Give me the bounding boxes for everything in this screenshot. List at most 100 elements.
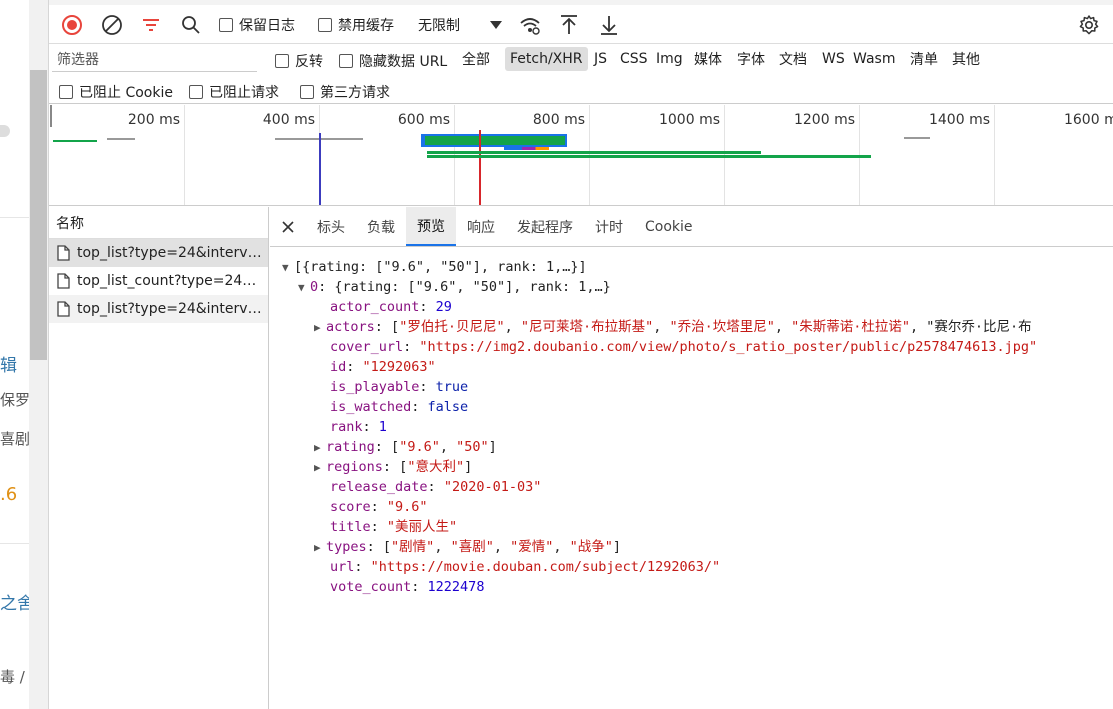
json-key: is_playable <box>330 379 420 395</box>
json-value: "9.6" <box>386 499 428 515</box>
hide-data-urls-checkbox[interactable]: 隐藏数据 URL <box>339 51 447 71</box>
type-filter-10[interactable]: 清单 <box>905 47 943 71</box>
checkbox-box[interactable] <box>59 85 73 99</box>
json-field-rank: rank: 1 <box>330 419 387 435</box>
underlying-page: 辑 保罗 喜剧 .6 之舍 毒 / 剧 <box>0 0 29 709</box>
waterfall-bar <box>427 151 761 154</box>
details-tab-5[interactable]: 计时 <box>584 207 634 246</box>
page-scrollbar[interactable] <box>29 0 49 709</box>
details-tab-6[interactable]: Cookie <box>634 207 704 246</box>
page-fragment: 毒 / 剧 <box>0 668 29 686</box>
timeline-tick-label: 600 ms <box>397 112 450 128</box>
expand-triangle-icon[interactable]: ▶ <box>314 538 326 558</box>
document-icon <box>57 273 70 289</box>
type-filter-3[interactable]: CSS <box>615 47 653 71</box>
checkbox-box[interactable] <box>318 17 332 32</box>
expand-triangle-icon[interactable]: ▶ <box>314 318 326 338</box>
expand-triangle-icon[interactable]: ▶ <box>314 458 326 478</box>
json-root-row[interactable]: ▼ [{rating: ["9.6", "50"], rank: 1,…}] <box>282 257 587 278</box>
export-har-button[interactable] <box>593 5 625 44</box>
settings-gear-icon <box>1079 14 1099 34</box>
filter-toggle-button[interactable] <box>135 5 167 44</box>
page-fragment: 辑 <box>0 356 17 376</box>
expand-triangle-icon[interactable]: ▶ <box>314 438 326 458</box>
search-button[interactable] <box>175 5 207 44</box>
settings-button[interactable] <box>1073 5 1105 44</box>
json-item-row[interactable]: ▼ 0: {rating: ["9.6", "50"], rank: 1,…} <box>298 277 611 298</box>
blocked-cookies-checkbox[interactable]: 已阻止 Cookie <box>59 82 173 102</box>
checkbox-box[interactable] <box>275 54 289 68</box>
disable-cache-checkbox[interactable]: 禁用缓存 <box>318 5 394 44</box>
waterfall-bar <box>107 138 135 140</box>
checkbox-box[interactable] <box>300 85 314 99</box>
json-field-regions[interactable]: ▶ regions: ["意大利"] <box>314 457 472 478</box>
details-tab-1[interactable]: 负载 <box>356 207 406 246</box>
type-filter-0[interactable]: 全部 <box>457 47 495 71</box>
type-filter-11[interactable]: 其他 <box>947 47 985 71</box>
json-value: 29 <box>435 299 452 315</box>
request-row[interactable]: top_list_count?type=24&interval_id=100:9… <box>49 267 268 295</box>
scrollbar-thumb[interactable] <box>30 70 47 360</box>
page-divider <box>0 543 29 544</box>
json-field-is-playable: is_playable: true <box>330 379 469 395</box>
request-row[interactable]: top_list?type=24&interval_id=100:90&acti… <box>49 295 268 323</box>
details-tab-0[interactable]: 标头 <box>306 207 356 246</box>
type-filter-7[interactable]: 文档 <box>774 47 812 71</box>
json-field-score: score: "9.6" <box>330 499 428 515</box>
expand-triangle-icon[interactable]: ▼ <box>298 278 310 298</box>
expand-triangle-icon[interactable]: ▼ <box>282 258 294 278</box>
json-field-actors[interactable]: ▶ actors: ["罗伯托·贝尼尼", "尼可莱塔·布拉斯基", "乔治·坎塔… <box>314 317 1032 338</box>
timeline-handle-left[interactable] <box>50 105 52 127</box>
blocked-requests-checkbox[interactable]: 已阻止请求 <box>189 82 279 102</box>
json-value: ["剧情", "喜剧", "爱情", "战争"] <box>382 539 622 555</box>
blocked-cookies-label: 已阻止 Cookie <box>79 85 173 101</box>
json-key: types <box>326 539 367 555</box>
type-filter-1[interactable]: Fetch/XHR <box>505 47 588 71</box>
type-filter-9[interactable]: Wasm <box>848 47 900 71</box>
type-filter-2[interactable]: JS <box>589 47 612 71</box>
request-name: top_list_count?type=24&interval_id=100:9… <box>77 273 262 289</box>
throttling-select[interactable]: 无限制 <box>412 5 508 44</box>
json-field-actor-count: actor_count: 29 <box>330 299 452 315</box>
json-item-key: 0 <box>310 279 319 295</box>
json-field-types[interactable]: ▶ types: ["剧情", "喜剧", "爱情", "战争"] <box>314 537 621 558</box>
details-tab-3[interactable]: 响应 <box>456 207 506 246</box>
record-icon <box>62 14 82 35</box>
network-conditions-button[interactable] <box>514 5 546 44</box>
timeline-overview[interactable]: 200 ms 400 ms 600 ms 800 ms 1000 ms 1200 ms 14… <box>49 105 1113 206</box>
waterfall-bar <box>504 147 549 150</box>
record-button[interactable] <box>56 5 88 44</box>
json-field-url: url: "https://movie.douban.com/subject/1… <box>330 559 721 575</box>
type-filter-4[interactable]: Img <box>651 47 688 71</box>
import-har-button[interactable] <box>553 5 585 44</box>
json-field-rating[interactable]: ▶ rating: ["9.6", "50"] <box>314 437 497 458</box>
waterfall-bar <box>53 140 97 142</box>
dom-content-loaded-line <box>319 133 321 205</box>
json-key: url <box>330 559 355 575</box>
checkbox-box[interactable] <box>219 17 233 32</box>
filter-input[interactable] <box>52 47 257 72</box>
details-tab-2[interactable]: 预览 <box>406 207 456 246</box>
invert-checkbox[interactable]: 反转 <box>275 51 323 71</box>
timeline-tick-label: 200 ms <box>127 112 180 128</box>
close-details-button[interactable] <box>270 207 306 246</box>
type-filter-6[interactable]: 字体 <box>732 47 770 71</box>
timeline-tick-label: 800 ms <box>532 112 585 128</box>
json-key: score <box>330 499 371 515</box>
clear-button[interactable] <box>96 5 128 44</box>
preserve-log-label: 保留日志 <box>239 17 295 34</box>
type-filter-5[interactable]: 媒体 <box>689 47 727 71</box>
details-tab-4[interactable]: 发起程序 <box>506 207 584 246</box>
json-key: regions <box>326 459 383 475</box>
search-icon <box>182 15 200 34</box>
json-value: 1222478 <box>427 579 485 595</box>
third-party-checkbox[interactable]: 第三方请求 <box>300 82 390 102</box>
preserve-log-checkbox[interactable]: 保留日志 <box>219 5 295 44</box>
checkbox-box[interactable] <box>339 54 353 68</box>
page-fragment: 保罗 <box>0 391 29 409</box>
type-filter-8[interactable]: WS <box>817 47 850 71</box>
checkbox-box[interactable] <box>189 85 203 99</box>
request-row[interactable]: top_list?type=24&interval_id=100:90&acti… <box>49 239 268 267</box>
name-column-header[interactable]: 名称 <box>49 207 268 239</box>
json-field-vote-count: vote_count: 1222478 <box>330 579 485 595</box>
